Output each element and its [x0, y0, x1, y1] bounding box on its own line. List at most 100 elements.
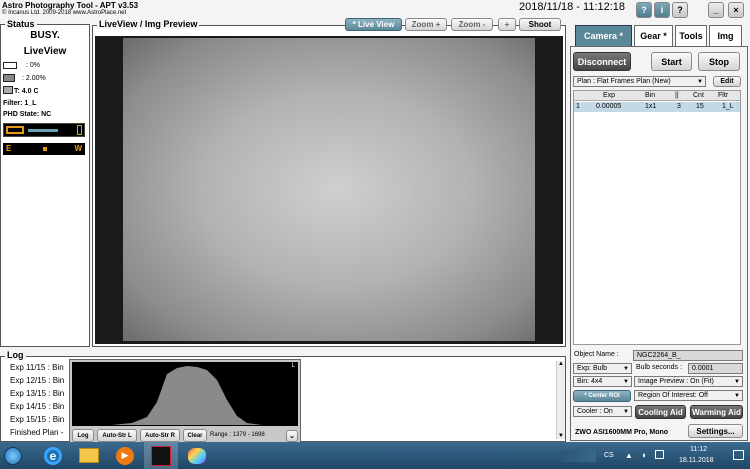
object-name-label: Object Name :: [574, 351, 619, 358]
histogram-graph: L: [72, 362, 298, 426]
log-line: Exp 11/15 : Bin: [10, 363, 64, 372]
cooling-aid-button[interactable]: Cooling Aid: [635, 405, 686, 419]
app-copyright: © Incanus Ltd. 2009-2018 www.AstroPlace.…: [2, 10, 127, 16]
status-row-3: T: 4.0 C: [14, 88, 39, 95]
app-title: Astro Photography Tool - APT v3.53: [2, 1, 139, 10]
stop-button[interactable]: Stop: [698, 52, 740, 71]
power-icon: [3, 74, 15, 82]
shoot-button[interactable]: Shoot: [519, 18, 561, 31]
auto-stretch-left-button[interactable]: Auto-Str L: [97, 429, 137, 442]
tab-gear[interactable]: Gear *: [634, 25, 673, 46]
unknown-button[interactable]: ?: [672, 2, 688, 18]
chevron-down-icon: ▼: [697, 79, 703, 85]
warming-aid-button[interactable]: Warming Aid: [690, 405, 743, 419]
help-button[interactable]: ?: [636, 2, 652, 18]
tab-camera[interactable]: Camera *: [575, 25, 632, 46]
status-panel: [0, 24, 90, 347]
network-icon[interactable]: ▲: [625, 451, 633, 460]
edit-plan-button[interactable]: Edit: [713, 76, 741, 87]
table-cell-bin: 1x1: [645, 103, 657, 110]
bulb-seconds-input[interactable]: 0.0001: [688, 363, 743, 374]
camera-icon: [3, 62, 17, 69]
scroll-up-icon[interactable]: ▲: [557, 361, 565, 367]
start-button[interactable]: Start: [651, 52, 692, 71]
log-line: Exp 13/15 : Bin: [10, 389, 65, 398]
zoom-out-button[interactable]: Zoom -: [451, 18, 493, 31]
start-menu-icon[interactable]: [0, 442, 26, 469]
tab-img[interactable]: Img: [709, 25, 742, 46]
log-line: Exp 15/15 : Bin: [10, 415, 65, 424]
log-scrollbar[interactable]: ▲ ▼: [556, 361, 565, 439]
taskbar-time[interactable]: 11:12: [690, 446, 707, 453]
table-header-fltr: Fltr: [718, 92, 729, 99]
table-cell-cnt: 15: [696, 103, 704, 110]
paint-icon[interactable]: [180, 442, 214, 469]
auto-stretch-right-button[interactable]: Auto-Str R: [140, 429, 180, 442]
status-busy: BUSY.: [30, 30, 60, 41]
edge-icon[interactable]: e: [36, 442, 70, 469]
histogram-curve: [72, 366, 298, 425]
chevron-down-icon: ▼: [734, 379, 740, 385]
cooler-select[interactable]: Cooler : On ▼: [573, 406, 632, 417]
expand-icon[interactable]: ⌄: [286, 430, 298, 442]
compass-bar: E W: [3, 143, 85, 155]
flat-frame-image: [123, 38, 535, 341]
table-header: [574, 91, 740, 101]
log-line: Finished Plan -: [10, 428, 64, 437]
object-name-input[interactable]: NGC2264_B_: [633, 350, 743, 361]
disconnect-button[interactable]: Disconnect: [573, 52, 631, 71]
log-line: Exp 12/15 : Bin: [10, 376, 65, 385]
exp-select[interactable]: Exp: Bulb ▼: [573, 363, 632, 374]
explorer-icon[interactable]: [72, 442, 106, 469]
center-roi-button[interactable]: * Center ROI: [573, 390, 631, 402]
close-button[interactable]: ×: [728, 2, 744, 18]
guide-bar: [3, 123, 85, 137]
apt-app-icon[interactable]: [144, 442, 178, 469]
preview-title: LiveView / Img Preview: [97, 19, 200, 29]
compass-east: E: [6, 144, 12, 153]
compass-marker: [43, 147, 47, 151]
camera-name: ZWO ASI1600MM Pro, Mono: [575, 429, 669, 436]
volume-icon[interactable]: ◖: [641, 450, 646, 460]
settings-button[interactable]: Settings...: [688, 424, 743, 438]
roi-select[interactable]: Region Of Interest: Off ▼: [634, 390, 743, 401]
status-row-1: : 0%: [26, 62, 41, 69]
notifications-icon[interactable]: [733, 450, 744, 460]
table-cell-index: 1: [576, 103, 580, 110]
table-header-exp: Exp: [603, 92, 616, 99]
clock-display: 2018/11/18 - 11:12:18: [519, 1, 626, 13]
status-title: Status: [5, 19, 37, 29]
info-button[interactable]: i: [654, 2, 670, 18]
plan-table: [573, 90, 741, 345]
phd-state: PHD State: NC: [3, 111, 52, 118]
bin-select[interactable]: Bin: 4x4 ▼: [573, 376, 632, 387]
thermometer-icon: [3, 86, 13, 94]
table-header-cnt: Cnt: [693, 92, 704, 99]
chevron-down-icon: ▼: [623, 409, 629, 415]
media-player-icon[interactable]: ▶: [108, 442, 142, 469]
histogram-corner-label: L: [291, 363, 295, 369]
table-header-par: ||: [675, 92, 679, 99]
language-indicator[interactable]: CS: [604, 452, 614, 459]
table-cell-exp: 0.00005: [596, 103, 622, 110]
bulb-seconds-label: Bulb seconds :: [636, 364, 682, 371]
taskbar-date[interactable]: 18.11.2018: [679, 457, 714, 464]
histogram-range: Range : 1379 - 1698: [210, 432, 265, 438]
zoom-in-button[interactable]: Zoom +: [405, 18, 447, 31]
tray-icons[interactable]: [560, 450, 596, 462]
image-preview-select[interactable]: Image Preview : On (Fit) ▼: [634, 376, 743, 387]
tab-tools[interactable]: Tools: [675, 25, 707, 46]
image-preview[interactable]: [95, 36, 563, 344]
filter-label: Filter: 1_L: [3, 100, 37, 107]
plan-select[interactable]: Plan : Flat Frames Plan (New) ▼: [573, 76, 706, 87]
table-cell-fltr: 1_L: [722, 103, 734, 110]
log-scale-button[interactable]: Log: [72, 429, 94, 442]
scroll-down-icon[interactable]: ▼: [557, 433, 565, 439]
center-button[interactable]: +: [498, 18, 516, 31]
clear-button[interactable]: Clear: [183, 429, 207, 442]
minimize-button[interactable]: _: [708, 2, 724, 18]
flag-icon[interactable]: [655, 450, 664, 459]
chevron-down-icon: ▼: [623, 366, 629, 372]
live-view-button[interactable]: * Live View: [345, 18, 402, 31]
chevron-down-icon: ▼: [734, 393, 740, 399]
